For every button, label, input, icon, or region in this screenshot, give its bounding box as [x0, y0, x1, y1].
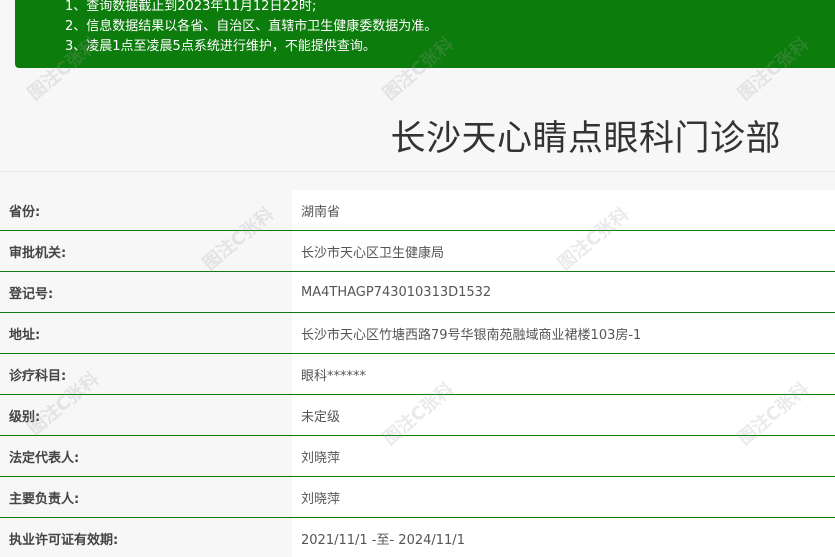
notice-line-3: 3、凌晨1点至凌晨5点系统进行维护，不能提供查询。 — [65, 39, 376, 54]
row-value: 长沙市天心区卫生健康局 — [292, 231, 835, 271]
row-label: 地址: — [0, 313, 292, 353]
row-label: 审批机关: — [0, 231, 292, 271]
table-row-legal-representative: 法定代表人: 刘晓萍 — [0, 436, 835, 477]
table-row-license-validity: 执业许可证有效期: 2021/11/1 -至- 2024/11/1 — [0, 518, 835, 557]
table-row-level: 级别: 未定级 — [0, 395, 835, 436]
page: 1、查询数据截止到2023年11月12日22时; 2、信息数据结果以各省、自治区… — [0, 0, 835, 557]
page-title: 长沙天心睛点眼科门诊部 — [390, 119, 781, 159]
table-row-departments: 诊疗科目: 眼科****** — [0, 354, 835, 395]
notice-line-1: 1、查询数据截止到2023年11月12日22时; — [65, 0, 317, 14]
row-value: 刘晓萍 — [292, 477, 835, 517]
row-label: 主要负责人: — [0, 477, 292, 517]
row-value: 2021/11/1 -至- 2024/11/1 — [292, 518, 835, 557]
row-value: 未定级 — [292, 395, 835, 435]
info-table: 省份: 湖南省 审批机关: 长沙市天心区卫生健康局 登记号: MA4THAGP7… — [0, 190, 835, 557]
table-row-approval-authority: 审批机关: 长沙市天心区卫生健康局 — [0, 231, 835, 272]
notice-banner: 1、查询数据截止到2023年11月12日22时; 2、信息数据结果以各省、自治区… — [15, 0, 835, 68]
row-label: 省份: — [0, 190, 292, 230]
title-area: 长沙天心睛点眼科门诊部 — [0, 68, 835, 172]
table-row-registration-number: 登记号: MA4THAGP743010313D1532 — [0, 272, 835, 313]
row-label: 诊疗科目: — [0, 354, 292, 394]
row-value: 眼科****** — [292, 354, 835, 394]
row-value: 长沙市天心区竹塘西路79号华银南苑融域商业裙楼103房-1 — [292, 313, 835, 353]
table-row-principal: 主要负责人: 刘晓萍 — [0, 477, 835, 518]
row-value: 刘晓萍 — [292, 436, 835, 476]
row-label: 登记号: — [0, 272, 292, 312]
row-value: 湖南省 — [292, 190, 835, 230]
row-label: 级别: — [0, 395, 292, 435]
row-value: MA4THAGP743010313D1532 — [292, 272, 835, 312]
row-label: 执业许可证有效期: — [0, 518, 292, 557]
notice-line-2: 2、信息数据结果以各省、自治区、直辖市卫生健康委数据为准。 — [65, 19, 438, 34]
row-label: 法定代表人: — [0, 436, 292, 476]
table-row-address: 地址: 长沙市天心区竹塘西路79号华银南苑融域商业裙楼103房-1 — [0, 313, 835, 354]
table-row-province: 省份: 湖南省 — [0, 190, 835, 231]
